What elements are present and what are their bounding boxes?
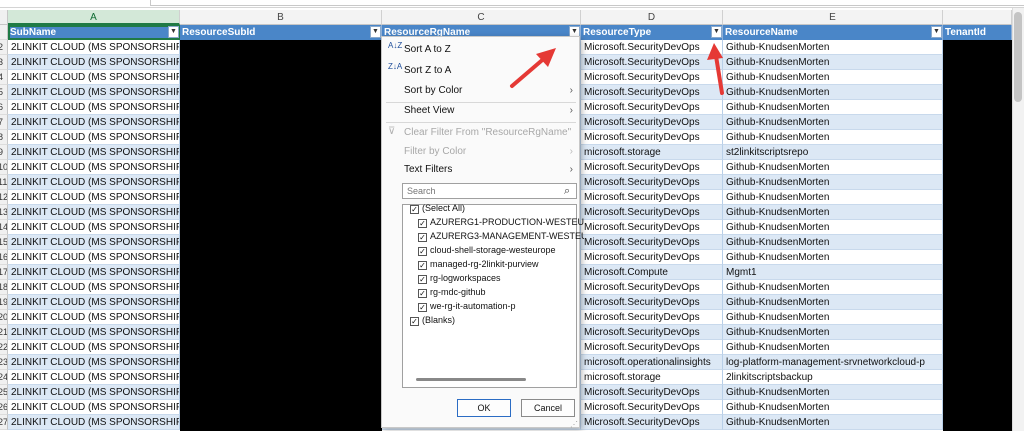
annotation-arrow-to-rgname-filter: [510, 48, 556, 88]
spreadsheet: A B C D E SubName ResourceSubId Resource…: [0, 0, 1024, 431]
annotation-arrow-to-resourcetype-filter: [707, 43, 724, 95]
annotation-arrows: [510, 43, 724, 95]
